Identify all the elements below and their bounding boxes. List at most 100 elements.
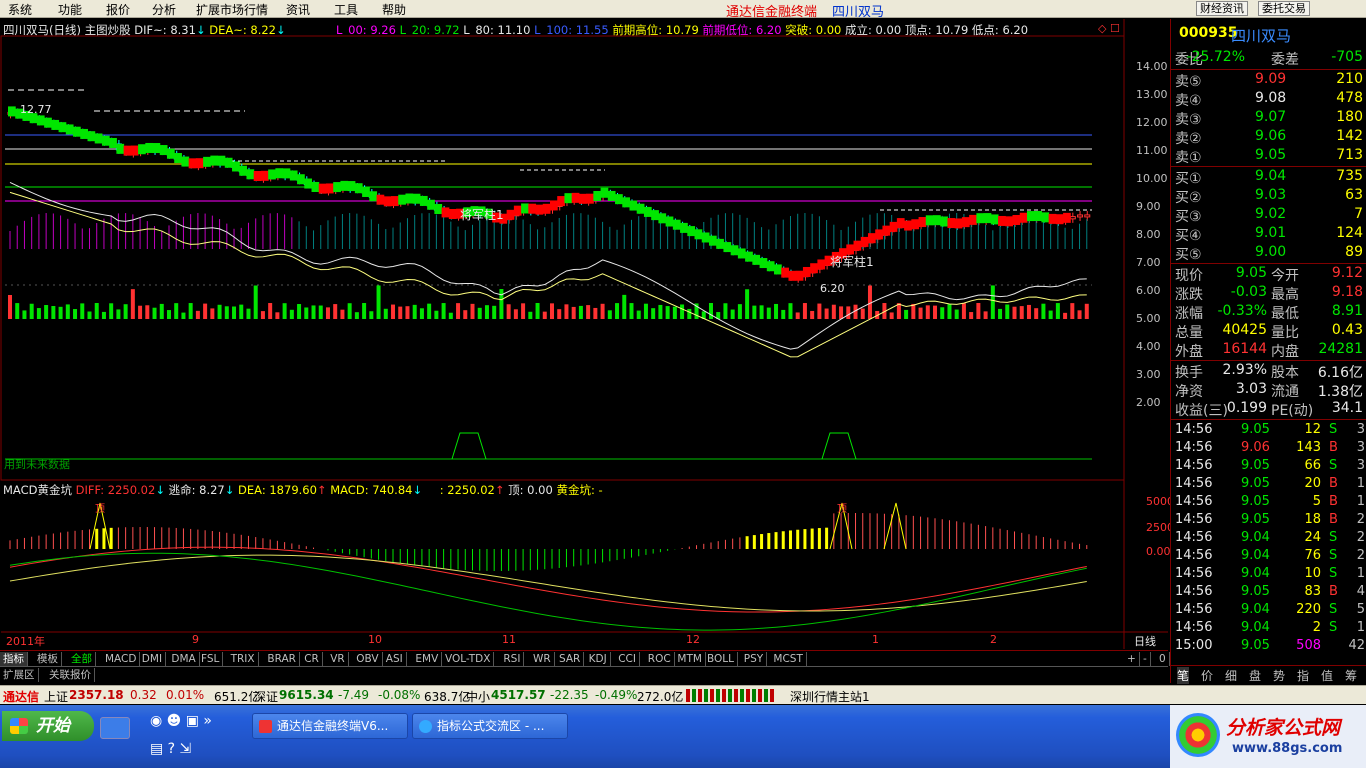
tab-obv[interactable]: OBV [353, 652, 383, 666]
tab-sar[interactable]: SAR [556, 652, 585, 666]
volume-bar [210, 308, 215, 319]
bid-label: 买① [1175, 171, 1202, 187]
ribbon-segment [109, 137, 117, 148]
tab-roc[interactable]: ROC [645, 652, 675, 666]
volume-bar [80, 303, 85, 319]
tick-time: 14:56 [1175, 512, 1213, 527]
volume-bar [22, 310, 27, 319]
ask-row: 卖⑤ 9.09 210 [1171, 71, 1366, 90]
arrow-down-icon: ↓ [412, 483, 423, 497]
panel-tab[interactable]: 价 [1201, 667, 1213, 684]
arrow-up-icon: ↑ [316, 483, 327, 497]
ribbon-segment [181, 156, 190, 167]
tab-rsi[interactable]: RSI [500, 652, 525, 666]
menu-system[interactable]: 系统 [8, 1, 32, 18]
stat-label: 外盘 [1175, 344, 1203, 360]
menu-function[interactable]: 功能 [58, 1, 82, 18]
tab-wr[interactable]: WR [530, 652, 555, 666]
sh-value: 2357.18 [69, 688, 124, 702]
tab-trix[interactable]: TRIX [228, 652, 259, 666]
tab-全部[interactable]: 全部 [68, 652, 96, 666]
order-button[interactable]: 委托交易 [1258, 1, 1310, 16]
ask-label: 卖② [1175, 131, 1202, 147]
tab-boll[interactable]: BOLL [704, 652, 738, 666]
volume-bar [622, 294, 627, 319]
tab-psy[interactable]: PSY [741, 652, 768, 666]
tab-dma[interactable]: DMA [168, 652, 200, 666]
panel-tab[interactable]: 指 [1297, 667, 1309, 684]
ribbon-segment [651, 210, 659, 221]
ask-price: 9.07 [1255, 109, 1287, 125]
desktop-icon[interactable] [100, 717, 130, 739]
tab-指标[interactable]: 指标 [0, 652, 28, 666]
menu-quote[interactable]: 报价 [106, 1, 130, 18]
tick-row: 14:56 9.04 24 S 2 [1171, 530, 1366, 548]
menu-analysis[interactable]: 分析 [152, 1, 176, 18]
tab-cr[interactable]: CR [301, 652, 323, 666]
ribbon-segment [817, 259, 826, 270]
volume-bar [116, 309, 121, 319]
stat-value: 24281 [1318, 341, 1363, 357]
ask-price: 9.06 [1255, 128, 1287, 144]
stat-label: 收益(三) [1175, 403, 1228, 419]
quicklaunch-icon[interactable]: ◉ ☻ ▣ » [150, 713, 212, 729]
ribbon-segment [752, 254, 761, 265]
menu-tools[interactable]: 工具 [334, 1, 358, 18]
tab-asi[interactable]: ASI [383, 652, 407, 666]
tick-row: 14:56 9.05 5 B 1 [1171, 494, 1366, 512]
tab-emv[interactable]: EMV [412, 652, 443, 666]
ribbon-segment [145, 142, 154, 153]
tick-time: 14:56 [1175, 458, 1213, 473]
volume-bar [376, 285, 381, 319]
tab-fsl[interactable]: FSL [198, 652, 224, 666]
menu-ext-market[interactable]: 扩展市场行情 [196, 1, 268, 18]
volume-bar [788, 303, 793, 319]
ribbon-segment [44, 117, 52, 128]
tab-brar[interactable]: BRAR [264, 652, 300, 666]
zoom-control[interactable]: - [1140, 652, 1151, 666]
tick-volume: 12 [1304, 422, 1321, 437]
ribbon-segment [65, 124, 74, 135]
zoom-control[interactable]: 0 [1156, 652, 1170, 666]
panel-tab[interactable]: 势 [1273, 667, 1285, 684]
stat-value: 8.91 [1331, 303, 1363, 319]
volume-bar [109, 303, 114, 319]
period-label[interactable]: 日线 [1134, 633, 1156, 649]
chart-area[interactable]: 四川双马(日线) 主图炒股 DIF~: 8.31↓ DEA~: 8.22↓ L_… [0, 19, 1174, 649]
server-name[interactable]: 深圳行情主站1 [790, 688, 870, 705]
menu-help[interactable]: 帮助 [382, 1, 406, 18]
tab-kdj[interactable]: KDJ [586, 652, 611, 666]
ribbon-segment [636, 203, 645, 214]
tab-dmi[interactable]: DMI [139, 652, 167, 666]
panel-tab[interactable]: 筹 [1345, 667, 1357, 684]
volume-bar [564, 304, 569, 319]
stat-row: 净资 3.03 流通 1.38亿 [1171, 381, 1366, 400]
task-forum[interactable]: 指标公式交流区 - ... [412, 713, 568, 739]
tab-mcst[interactable]: MCST [770, 652, 807, 666]
tab-mtm[interactable]: MTM [674, 652, 706, 666]
macd-diff-line [9, 546, 1087, 613]
volume-bar [166, 310, 171, 319]
panel-tab[interactable]: 细 [1225, 667, 1237, 684]
tab-macd[interactable]: MACD [102, 652, 141, 666]
quicklaunch-icon[interactable]: ▤ ? ⇲ [150, 741, 191, 757]
ribbon-segment [586, 193, 594, 204]
ribbon-segment [940, 216, 948, 227]
tab-vr[interactable]: VR [327, 652, 349, 666]
task-tdx[interactable]: 通达信金融终端V6... [252, 713, 408, 739]
menu-news[interactable]: 资讯 [286, 1, 310, 18]
panel-tab[interactable]: 盘 [1249, 667, 1261, 684]
zoom-control[interactable]: + [1124, 652, 1140, 666]
zx-percent: -0.49% [595, 688, 638, 702]
start-button[interactable]: 开始 [2, 711, 94, 741]
tab-extension[interactable]: 扩展区 [0, 668, 39, 682]
tick-volume: 24 [1304, 530, 1321, 545]
tab-模板[interactable]: 模板 [34, 652, 62, 666]
tab-vol-tdx[interactable]: VOL-TDX [442, 652, 495, 666]
panel-tab[interactable]: 笔 [1177, 667, 1190, 684]
stat-value: 34.1 [1331, 400, 1363, 416]
news-button[interactable]: 财经资讯 [1196, 1, 1248, 16]
tab-related-quote[interactable]: 关联报价 [46, 668, 95, 682]
tab-cci[interactable]: CCI [615, 652, 640, 666]
panel-tab[interactable]: 值 [1321, 667, 1333, 684]
